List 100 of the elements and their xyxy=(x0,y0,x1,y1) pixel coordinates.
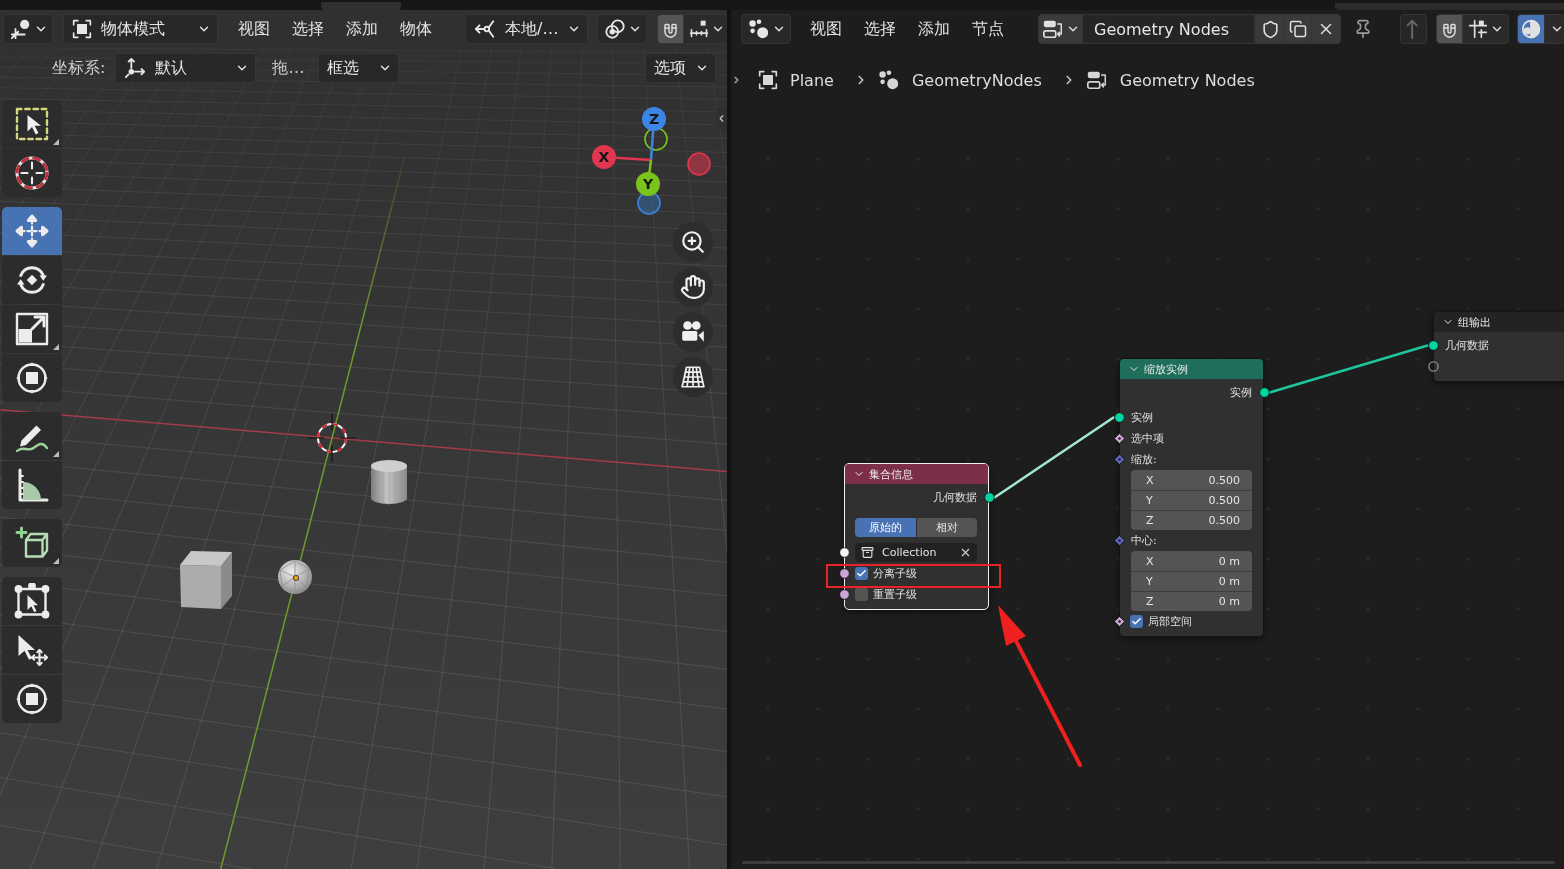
editor-type-button[interactable] xyxy=(741,14,791,44)
perspective-grid-icon xyxy=(680,364,706,390)
tool-button[interactable] xyxy=(2,675,62,723)
tool-button[interactable] xyxy=(2,626,62,674)
pin-icon xyxy=(1353,19,1373,39)
node-link[interactable] xyxy=(993,416,1115,499)
tool-button[interactable] xyxy=(2,577,62,625)
axis-handle[interactable]: Z xyxy=(642,107,666,161)
object-square-icon xyxy=(72,19,92,39)
node-card[interactable]: 缩放实例 实例 实例 选中项 缩放: X 0.500 Y 0.500 Z 0.500 中心: X 0 m Y 0 m Z 0 m 局部空间 xyxy=(1119,358,1264,637)
tool-button[interactable] xyxy=(2,354,62,402)
node-tree-icon xyxy=(1085,69,1108,91)
socket-icon[interactable] xyxy=(1258,387,1270,398)
tool-button[interactable] xyxy=(2,100,62,148)
number-field[interactable]: X 0 m xyxy=(1131,551,1252,571)
node-header[interactable]: 组输出 xyxy=(1434,312,1564,332)
node-card[interactable]: 集合信息 几何数据 原始的 相对 Collection 分离子级 重置子级 xyxy=(844,463,989,610)
socket-icon[interactable] xyxy=(1113,412,1125,423)
tool-button[interactable] xyxy=(2,305,62,353)
socket-icon[interactable] xyxy=(838,547,850,558)
mode-dropdown[interactable]: 物体模式 xyxy=(63,14,218,44)
move-arrows-icon xyxy=(14,213,50,249)
tool-button[interactable] xyxy=(2,519,62,567)
menu-item[interactable]: 视图 xyxy=(227,14,281,44)
fake-user-button[interactable] xyxy=(1255,14,1285,44)
orientation-dropdown[interactable]: 本地/… xyxy=(465,14,589,44)
checkbox-label: 局部空间 xyxy=(1148,614,1192,629)
negative-axis-handle[interactable] xyxy=(644,127,668,151)
menu-item[interactable]: 添加 xyxy=(907,14,961,44)
options-dropdown[interactable]: 选项 xyxy=(645,53,716,83)
drag-dropdown[interactable]: 框选 xyxy=(318,53,400,83)
field-label: 坐标系: xyxy=(52,57,106,79)
add-cube-icon xyxy=(14,525,50,561)
menu-item[interactable]: 物体 xyxy=(389,14,443,44)
unlink-button[interactable] xyxy=(1311,14,1341,44)
menu-item[interactable]: 视图 xyxy=(799,14,853,44)
number-field[interactable]: Y 0 m xyxy=(1131,571,1252,591)
object-square-icon xyxy=(758,70,778,90)
orientation-dropdown[interactable]: 默认 xyxy=(115,53,257,83)
node-title: 组输出 xyxy=(1458,314,1491,330)
check-icon xyxy=(1131,616,1142,627)
node-group-name-field[interactable]: Geometry Nodes xyxy=(1082,14,1255,44)
number-value: 0.500 xyxy=(1208,494,1240,507)
number-field[interactable]: Z 0 m xyxy=(1131,591,1252,611)
number-value: 0.500 xyxy=(1208,473,1240,487)
axis-label: Y xyxy=(1146,494,1153,507)
number-field[interactable]: Y 0.500 xyxy=(1131,490,1252,510)
overlays-dropdown[interactable] xyxy=(1544,14,1564,44)
tool-button[interactable] xyxy=(2,412,62,460)
node-link[interactable] xyxy=(1268,344,1429,394)
linked-circles-icon xyxy=(604,18,627,40)
cage-frame-icon xyxy=(14,583,50,619)
tool-button[interactable] xyxy=(2,149,62,197)
menu-item[interactable]: 选择 xyxy=(853,14,907,44)
toggle-option[interactable]: 原始的 xyxy=(855,518,916,537)
axis-handle[interactable]: X xyxy=(592,145,652,169)
scrollbar[interactable] xyxy=(742,861,1555,864)
negative-axis-handle[interactable] xyxy=(637,191,661,215)
clear-button[interactable] xyxy=(959,546,972,559)
breadcrumb-label: Geometry Nodes xyxy=(1119,70,1255,90)
node-tree-icon xyxy=(1041,18,1064,40)
checkbox-label: 分离子级 xyxy=(873,566,917,581)
tool-button[interactable] xyxy=(2,256,62,304)
socket-icon[interactable] xyxy=(1113,616,1125,627)
menu-item[interactable]: 节点 xyxy=(961,14,1015,44)
3d-cursor-icon xyxy=(307,413,357,463)
checkbox-label: 重置子级 xyxy=(873,587,917,602)
socket-label: 实例 xyxy=(1131,410,1153,425)
menu-item[interactable]: 添加 xyxy=(335,14,389,44)
socket-icon[interactable] xyxy=(1113,433,1125,444)
snap-target-dropdown[interactable] xyxy=(683,14,727,44)
socket-icon[interactable] xyxy=(838,568,850,579)
checkbox[interactable] xyxy=(1130,615,1143,628)
pivot-dropdown[interactable] xyxy=(597,14,648,44)
checkbox[interactable] xyxy=(855,588,868,601)
cube-object xyxy=(180,551,232,609)
toggle-option[interactable]: 相对 xyxy=(916,518,977,537)
checkbox[interactable] xyxy=(855,567,868,580)
collection-field[interactable]: Collection xyxy=(855,543,977,562)
snap-toggle[interactable] xyxy=(1436,14,1463,44)
duplicate-button[interactable] xyxy=(1284,14,1312,44)
socket-icon[interactable] xyxy=(983,492,995,503)
snap-toggle[interactable] xyxy=(657,14,685,44)
number-field[interactable]: Z 0.500 xyxy=(1131,510,1252,530)
negative-axis-handle[interactable] xyxy=(687,152,711,176)
socket-icon[interactable] xyxy=(838,589,850,600)
overlays-toggle[interactable] xyxy=(1517,14,1545,44)
node-group-browse-button[interactable] xyxy=(1038,14,1083,44)
node-card[interactable]: 组输出 几何数据 xyxy=(1433,311,1564,382)
axis-label: Z xyxy=(1146,595,1154,608)
breadcrumb-label: GeometryNodes xyxy=(911,70,1042,90)
number-field[interactable]: X 0.500 xyxy=(1131,470,1252,490)
menu-item[interactable]: 选择 xyxy=(281,14,335,44)
editor-type-button[interactable] xyxy=(3,14,53,44)
tool-button[interactable] xyxy=(2,461,62,509)
check-icon xyxy=(856,568,867,579)
socket-icon[interactable] xyxy=(1427,340,1439,351)
snap-target-dropdown[interactable] xyxy=(1462,14,1509,44)
node-header[interactable]: 集合信息 xyxy=(845,464,988,484)
node-header[interactable]: 缩放实例 xyxy=(1120,359,1263,379)
